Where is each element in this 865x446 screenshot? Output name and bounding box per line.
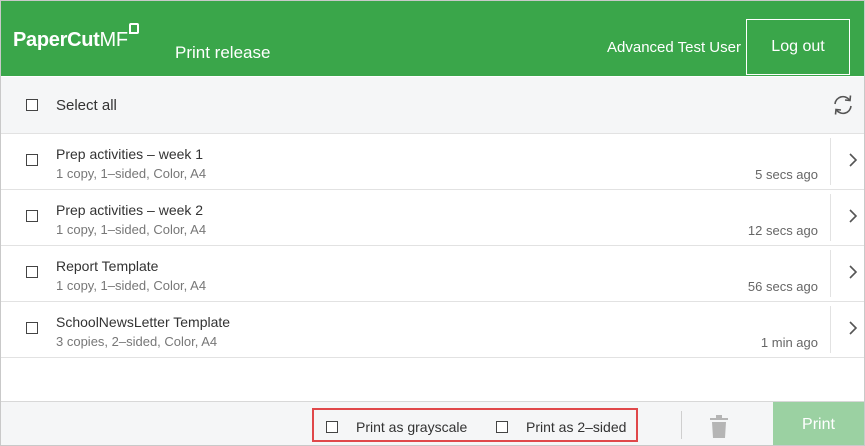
job-name: Report Template [56, 258, 159, 274]
logout-button[interactable]: Log out [746, 19, 850, 75]
job-time: 5 secs ago [755, 167, 818, 182]
papercut-logo: PaperCutMF [13, 23, 139, 52]
divider [830, 194, 831, 241]
select-all-label[interactable]: Select all [56, 97, 117, 114]
job-details: 1 copy, 1–sided, Color, A4 [56, 278, 207, 293]
logo-mark-icon [128, 23, 139, 34]
job-name: SchoolNewsLetter Template [56, 314, 231, 330]
job-checkbox[interactable] [26, 266, 38, 278]
job-details: 1 copy, 1–sided, Color, A4 [56, 166, 207, 181]
chevron-right-icon[interactable] [847, 148, 859, 172]
job-name: Prep activities – week 2 [56, 202, 204, 218]
select-all-bar: Select all [1, 77, 864, 134]
trash-icon[interactable] [708, 415, 730, 439]
job-row[interactable]: SchoolNewsLetter Template 3 copies, 2–si… [1, 302, 864, 358]
job-checkbox[interactable] [26, 210, 38, 222]
brand-suffix: MF [99, 29, 129, 51]
chevron-right-icon[interactable] [847, 260, 859, 284]
grayscale-label[interactable]: Print as grayscale [356, 419, 467, 435]
divider [830, 250, 831, 297]
chevron-right-icon[interactable] [847, 204, 859, 228]
refresh-icon[interactable] [829, 91, 857, 119]
job-details: 3 copies, 2–sided, Color, A4 [56, 334, 218, 349]
user-name: Advanced Test User [607, 39, 741, 56]
job-checkbox[interactable] [26, 322, 38, 334]
divider [830, 138, 831, 185]
select-all-checkbox[interactable] [26, 99, 38, 111]
job-name: Prep activities – week 1 [56, 146, 204, 162]
header-bar: PaperCutMF Print release Advanced Test U… [1, 1, 864, 76]
job-details: 1 copy, 1–sided, Color, A4 [56, 222, 207, 237]
job-time: 12 secs ago [747, 223, 818, 238]
print-options-highlight: Print as grayscale Print as 2–sided [312, 408, 638, 442]
job-row[interactable]: Report Template 1 copy, 1–sided, Color, … [1, 246, 864, 302]
job-checkbox[interactable] [26, 154, 38, 166]
print-release-window: PaperCutMF Print release Advanced Test U… [0, 0, 865, 446]
print-button[interactable]: Print [773, 402, 864, 445]
two-sided-label[interactable]: Print as 2–sided [526, 419, 626, 435]
two-sided-checkbox[interactable] [496, 421, 508, 433]
job-time: 56 secs ago [747, 279, 818, 294]
footer-divider [681, 411, 682, 439]
chevron-right-icon[interactable] [847, 316, 859, 340]
job-time: 1 min ago [760, 335, 818, 350]
footer-bar: Print as grayscale Print as 2–sided Prin… [1, 401, 864, 445]
app-title: Print release [175, 43, 271, 62]
job-row[interactable]: Prep activities – week 1 1 copy, 1–sided… [1, 134, 864, 190]
divider [830, 306, 831, 353]
job-list: Prep activities – week 1 1 copy, 1–sided… [1, 134, 864, 358]
brand-main: PaperCut [13, 29, 100, 51]
job-row[interactable]: Prep activities – week 2 1 copy, 1–sided… [1, 190, 864, 246]
grayscale-checkbox[interactable] [326, 421, 338, 433]
